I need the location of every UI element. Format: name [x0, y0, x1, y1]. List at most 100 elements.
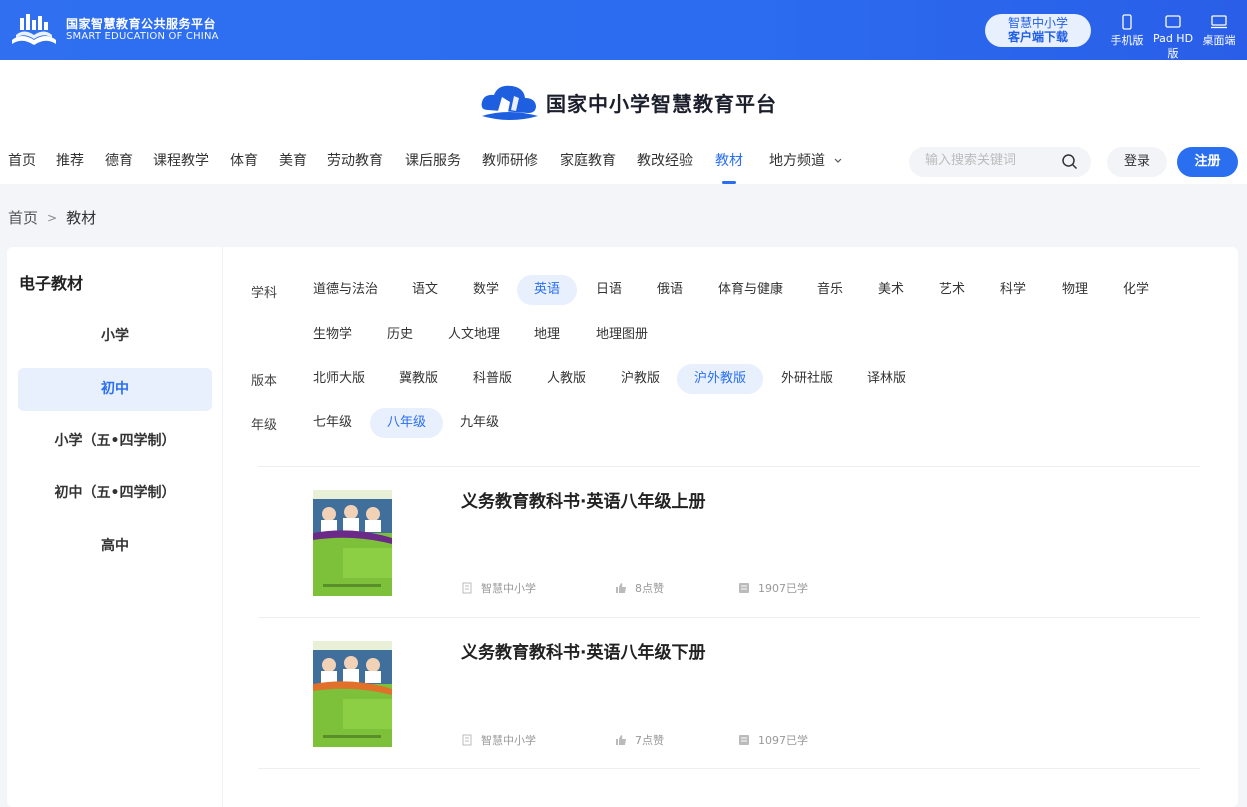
book-title[interactable]: 义务教育教科书·英语八年级上册 — [461, 487, 705, 512]
subject-option[interactable]: 道德与法治 — [296, 275, 395, 305]
nav-arts[interactable]: 美育 — [279, 150, 307, 170]
edition-label: 版本 — [251, 374, 278, 389]
device-phone-label: 手机版 — [1110, 34, 1144, 47]
register-button[interactable]: 注册 — [1177, 147, 1238, 177]
edition-option[interactable]: 沪教版 — [604, 364, 677, 394]
subject-option[interactable]: 地理 — [517, 320, 577, 350]
device-tablet-link[interactable]: Pad HD版 — [1150, 14, 1196, 61]
grade-label: 年级 — [251, 418, 278, 433]
brand-name-cn: 国家智慧教育公共服务平台 — [66, 16, 217, 31]
book-source: 智慧中小学 — [461, 580, 536, 596]
book-source-text: 智慧中小学 — [481, 582, 536, 595]
search-box[interactable] — [909, 147, 1091, 177]
smart-education-logo-icon — [12, 14, 56, 45]
breadcrumb-home[interactable]: 首页 — [8, 207, 38, 228]
subject-option[interactable]: 化学 — [1106, 275, 1166, 305]
subject-option[interactable]: 数学 — [456, 275, 516, 305]
client-download-button[interactable]: 智慧中小学 客户端下载 — [985, 14, 1091, 47]
edition-option[interactable]: 科普版 — [456, 364, 529, 394]
breadcrumb-current: 教材 — [66, 209, 97, 227]
brand-name-en: SMART EDUCATION OF CHINA — [66, 31, 219, 43]
book-learned-text: 1907已学 — [758, 582, 808, 595]
edition-option[interactable]: 人教版 — [530, 364, 603, 394]
subject-option-active[interactable]: 英语 — [517, 275, 578, 305]
content-panel: 电子教材 小学 初中 小学（五•四学制） 初中（五•四学制） 高中 学科 道德与… — [7, 247, 1238, 807]
nav-textbook[interactable]: 教材 — [715, 150, 743, 170]
book-cover[interactable] — [313, 490, 392, 596]
edition-option[interactable]: 外研社版 — [764, 364, 850, 394]
stage-sidebar: 电子教材 小学 初中 小学（五•四学制） 初中（五•四学制） 高中 — [7, 247, 223, 807]
grade-option[interactable]: 九年级 — [443, 408, 516, 438]
book-likes-text: 7点赞 — [635, 734, 664, 747]
subject-option[interactable]: 地理图册 — [579, 320, 665, 350]
subject-option[interactable]: 体育与健康 — [701, 275, 800, 305]
nav-family[interactable]: 家庭教育 — [560, 150, 616, 170]
device-desktop-label: 桌面端 — [1202, 34, 1236, 47]
book-source: 智慧中小学 — [461, 732, 536, 748]
breadcrumb: 首页 > 教材 — [8, 207, 96, 228]
tablet-icon — [1165, 15, 1181, 28]
book-likes: 7点赞 — [615, 732, 664, 748]
subject-option[interactable]: 人文地理 — [431, 320, 517, 350]
phone-icon — [1122, 14, 1132, 30]
nav-active-indicator — [722, 181, 736, 184]
book-title[interactable]: 义务教育教科书·英语八年级下册 — [461, 638, 705, 663]
nav-moral[interactable]: 德育 — [105, 150, 133, 170]
nav-local[interactable]: 地方频道 — [769, 150, 843, 170]
subject-option[interactable]: 科学 — [983, 275, 1043, 305]
subject-option[interactable]: 生物学 — [296, 320, 369, 350]
cloud-book-logo-icon — [481, 85, 538, 120]
sidebar-item-junior[interactable]: 初中 — [18, 368, 212, 411]
subject-option[interactable]: 音乐 — [800, 275, 860, 305]
sidebar-item-junior-54[interactable]: 初中（五•四学制） — [18, 472, 212, 515]
subject-option[interactable]: 物理 — [1045, 275, 1105, 305]
thumbs-up-icon — [616, 735, 626, 745]
sidebar-item-senior[interactable]: 高中 — [18, 525, 212, 568]
nav-labor[interactable]: 劳动教育 — [327, 150, 383, 170]
device-desktop-link[interactable]: 桌面端 — [1196, 14, 1242, 61]
nav-recommend[interactable]: 推荐 — [56, 150, 84, 170]
device-tablet-label: Pad HD版 — [1152, 32, 1194, 60]
nav-after-school[interactable]: 课后服务 — [405, 150, 461, 170]
site-logo[interactable]: 国家中小学智慧教育平台 — [478, 80, 777, 124]
nav-course[interactable]: 课程教学 — [153, 150, 209, 170]
device-links: 手机版 Pad HD版 桌面端 — [1104, 14, 1242, 61]
nav-sports[interactable]: 体育 — [230, 150, 258, 170]
book-source-text: 智慧中小学 — [481, 734, 536, 747]
nav-teacher[interactable]: 教师研修 — [482, 150, 538, 170]
edition-option[interactable]: 冀教版 — [382, 364, 455, 394]
edition-option[interactable]: 译林版 — [850, 364, 923, 394]
subject-label: 学科 — [251, 286, 278, 301]
device-phone-link[interactable]: 手机版 — [1104, 14, 1150, 61]
book-learned: 1097已学 — [738, 732, 808, 748]
edition-option[interactable]: 北师大版 — [296, 364, 382, 394]
desktop-icon — [1211, 15, 1227, 29]
book-cover[interactable] — [313, 641, 392, 747]
download-line-1: 智慧中小学 — [1007, 16, 1068, 30]
subject-option[interactable]: 美术 — [861, 275, 921, 305]
edition-option-active[interactable]: 沪外教版 — [677, 364, 764, 394]
book-likes-text: 8点赞 — [635, 582, 664, 595]
search-input[interactable] — [925, 153, 1055, 168]
list-divider — [258, 768, 1200, 769]
top-banner: 国家智慧教育公共服务平台 SMART EDUCATION OF CHINA 智慧… — [0, 0, 1247, 60]
subject-option[interactable]: 艺术 — [922, 275, 982, 305]
sidebar-title: 电子教材 — [19, 274, 84, 293]
nav-local-label: 地方频道 — [769, 153, 825, 169]
search-icon[interactable] — [1061, 153, 1079, 171]
book-likes: 8点赞 — [615, 580, 664, 596]
subject-option[interactable]: 语文 — [395, 275, 455, 305]
sidebar-item-primary-54[interactable]: 小学（五•四学制） — [18, 420, 212, 463]
subject-option[interactable]: 历史 — [370, 320, 430, 350]
list-divider — [258, 466, 1200, 467]
sidebar-item-primary[interactable]: 小学 — [18, 315, 212, 358]
subject-option[interactable]: 俄语 — [640, 275, 700, 305]
brand[interactable]: 国家智慧教育公共服务平台 SMART EDUCATION OF CHINA — [8, 10, 219, 50]
nav-reform[interactable]: 教改经验 — [637, 150, 693, 170]
nav-home[interactable]: 首页 — [8, 150, 36, 170]
grade-option[interactable]: 七年级 — [296, 408, 369, 438]
login-button[interactable]: 登录 — [1107, 147, 1167, 177]
document-icon — [462, 582, 472, 594]
grade-option-active[interactable]: 八年级 — [370, 408, 444, 438]
subject-option[interactable]: 日语 — [579, 275, 639, 305]
